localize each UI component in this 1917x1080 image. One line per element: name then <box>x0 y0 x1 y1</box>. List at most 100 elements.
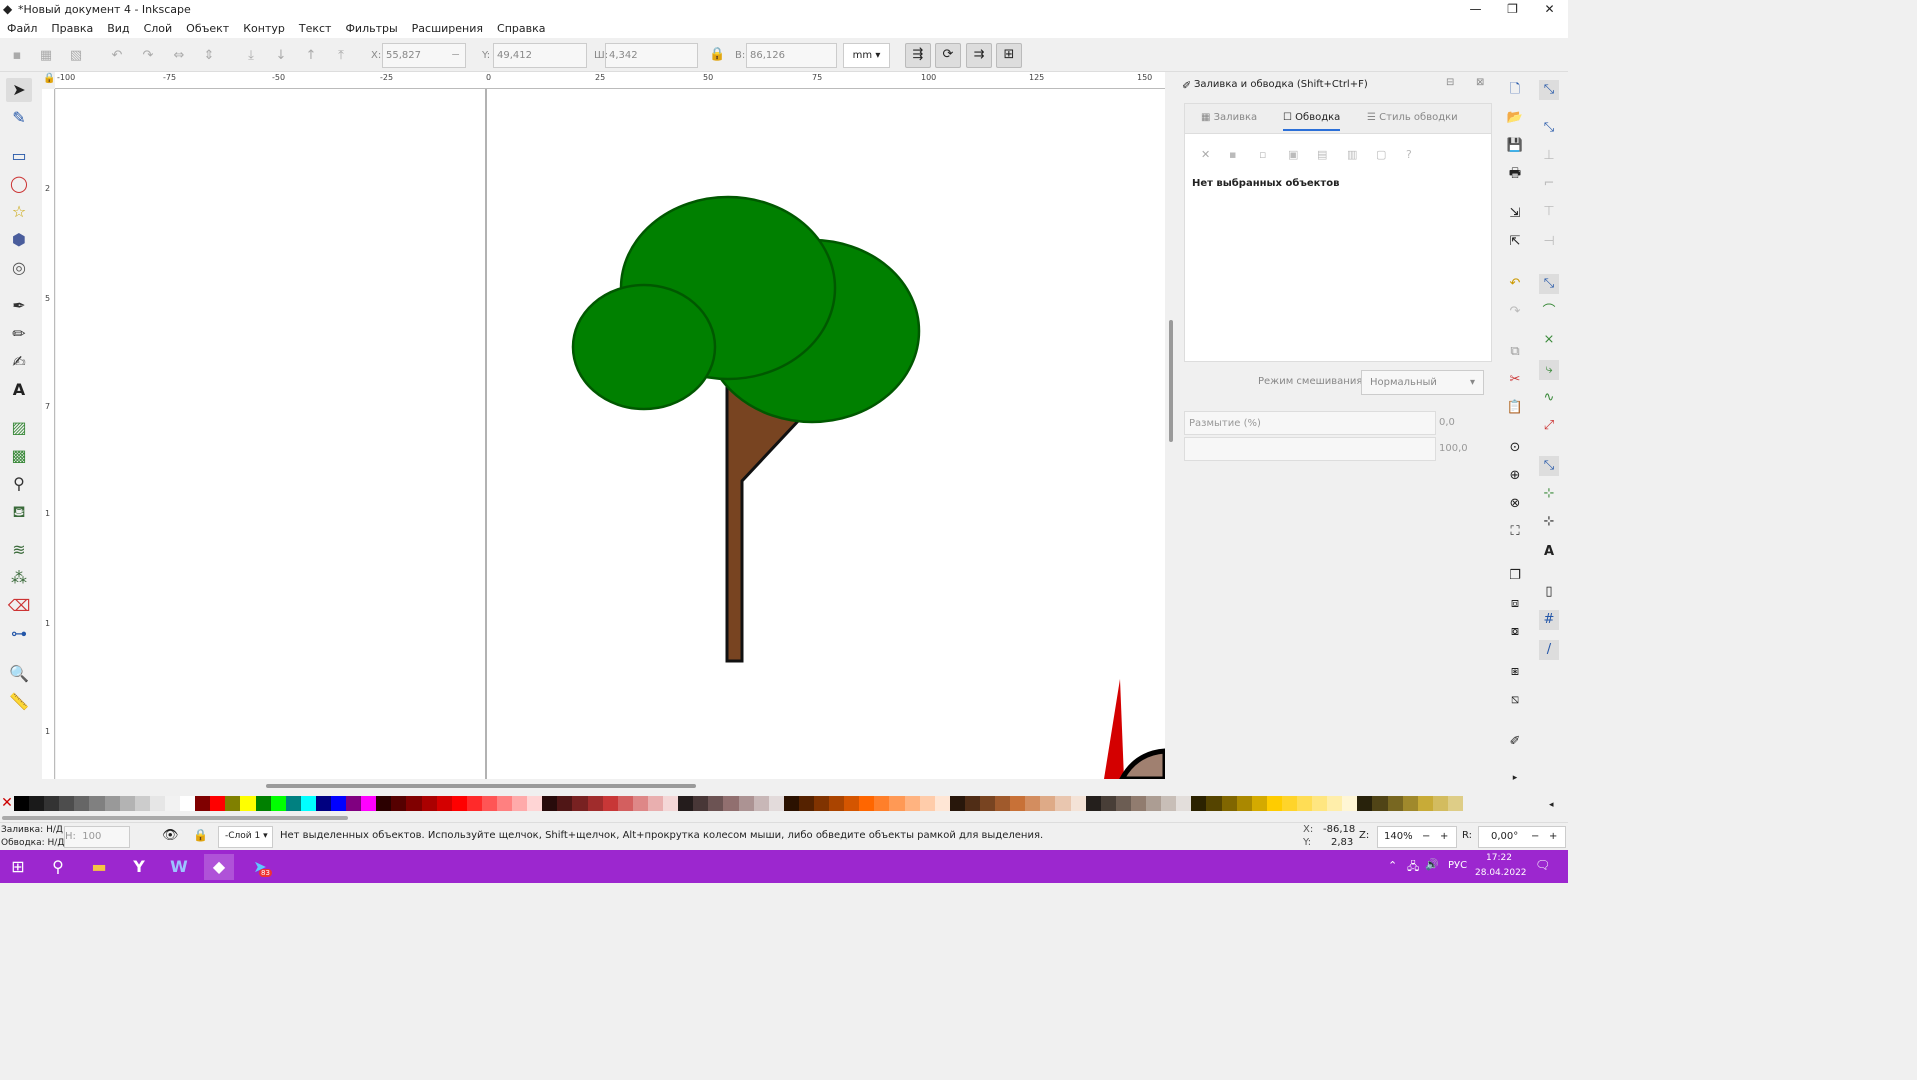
mesh-gradient-icon[interactable]: ▤ <box>1317 148 1327 161</box>
save-icon[interactable]: 💾 <box>1505 136 1525 156</box>
palette-swatch[interactable] <box>995 795 1011 811</box>
selector-tool-icon[interactable]: ➤ <box>6 78 32 102</box>
snap-intersection-icon[interactable]: ⨯ <box>1539 330 1559 350</box>
zoom-page-icon[interactable]: ⊗ <box>1505 494 1525 514</box>
snap-others-icon[interactable]: ⤡ <box>1539 456 1559 476</box>
palette-swatch[interactable] <box>934 795 950 811</box>
red-shape[interactable] <box>1104 679 1124 779</box>
palette-swatch[interactable] <box>1447 795 1463 811</box>
palette-swatch[interactable] <box>1327 795 1343 811</box>
palette-swatch[interactable] <box>255 795 271 811</box>
palette-swatch[interactable] <box>542 795 558 811</box>
palette-swatch[interactable] <box>1236 795 1252 811</box>
zoom-selection-icon[interactable]: ⊙ <box>1505 438 1525 458</box>
menu-extensions[interactable]: Расширения <box>405 22 490 35</box>
export-icon[interactable]: ⇱ <box>1505 232 1525 252</box>
palette-swatch[interactable] <box>783 795 799 811</box>
rectangle-tool-icon[interactable]: ▭ <box>6 144 32 168</box>
ruler-lock-icon[interactable]: 🔒 <box>43 73 55 84</box>
palette-swatch[interactable] <box>1296 795 1313 811</box>
palette-swatch[interactable] <box>1040 795 1056 811</box>
menu-text[interactable]: Текст <box>292 22 339 35</box>
star-tool-icon[interactable]: ☆ <box>6 200 32 224</box>
palette-swatch[interactable] <box>436 795 452 811</box>
open-icon[interactable]: 📂 <box>1505 108 1525 128</box>
height-field[interactable]: В: 86,126 <box>735 43 837 68</box>
snap-text-baseline-icon[interactable]: A <box>1539 542 1559 562</box>
spiral-tool-icon[interactable]: ◎ <box>6 256 32 280</box>
palette-swatch[interactable] <box>149 795 165 811</box>
select-all-icon[interactable]: ▪ <box>8 47 26 65</box>
word-icon[interactable]: W <box>164 854 194 880</box>
zoom-drawing-icon[interactable]: ⊕ <box>1505 466 1525 486</box>
snap-grid-icon[interactable]: # <box>1539 610 1559 630</box>
snap-cusp-icon[interactable]: ⤷ <box>1539 360 1559 380</box>
rotate-ccw-icon[interactable]: ↶ <box>108 47 126 65</box>
zoom-width-icon[interactable]: ⛶ <box>1505 522 1525 542</box>
calligraphy-tool-icon[interactable]: ✍ <box>6 350 32 374</box>
palette-swatch[interactable] <box>466 795 482 811</box>
snap-path-icon[interactable]: ⌒ <box>1539 302 1559 322</box>
palette-swatch[interactable] <box>1115 795 1131 811</box>
palette-swatch[interactable] <box>1251 795 1267 811</box>
snap-guide-icon[interactable]: / <box>1539 640 1559 660</box>
swatch-icon[interactable]: ▢ <box>1376 148 1386 161</box>
snap-bbox-mid-icon[interactable]: ⊤ <box>1539 202 1559 222</box>
palette-swatch[interactable] <box>859 795 875 811</box>
tab-fill[interactable]: ▦ Заливка <box>1201 112 1257 123</box>
paste-icon[interactable]: 📋 <box>1505 398 1525 418</box>
scale-corners-button[interactable]: ⟳ <box>935 43 961 68</box>
ungroup-icon[interactable]: ⧅ <box>1505 690 1525 710</box>
palette-swatch[interactable] <box>346 795 362 811</box>
snap-rotation-center-icon[interactable]: ⊹ <box>1539 512 1559 532</box>
tray-chevron-icon[interactable]: ⌃ <box>1388 859 1397 872</box>
language-indicator[interactable]: РУС <box>1448 860 1467 871</box>
tab-stroke-style[interactable]: ☰ Стиль обводки <box>1367 112 1458 123</box>
group-icon[interactable]: ⧆ <box>1505 662 1525 682</box>
select-all-layers-icon[interactable]: ▦ <box>37 47 55 65</box>
palette-swatch[interactable] <box>330 795 347 811</box>
palette-swatch[interactable] <box>708 795 724 811</box>
flat-color-icon[interactable]: ▪ <box>1229 148 1236 161</box>
palette-swatch[interactable] <box>74 795 90 811</box>
palette-swatch[interactable] <box>1146 795 1162 811</box>
deselect-icon[interactable]: ▧ <box>67 47 85 65</box>
menu-view[interactable]: Вид <box>100 22 136 35</box>
palette-swatch[interactable] <box>964 795 980 811</box>
snap-smooth-icon[interactable]: ∿ <box>1539 388 1559 408</box>
blur-value[interactable]: 0,0 <box>1439 417 1455 428</box>
raise-icon[interactable]: ↑ <box>302 47 320 65</box>
snap-bbox-corner-icon[interactable]: ⌐ <box>1539 174 1559 194</box>
snap-nodes-icon[interactable]: ⤡ <box>1539 274 1559 294</box>
file-explorer-icon[interactable]: ▬ <box>84 854 114 880</box>
start-icon[interactable]: ⊞ <box>3 854 33 880</box>
palette-swatch[interactable] <box>1266 795 1282 811</box>
palette-swatch[interactable] <box>723 795 739 811</box>
gradient-tool-icon[interactable]: ▨ <box>6 416 32 440</box>
vertical-scroll-thumb[interactable] <box>1169 320 1173 442</box>
layer-select[interactable]: -Слой 1 ▾ <box>218 826 273 848</box>
palette-swatch[interactable] <box>59 795 75 811</box>
clock-time[interactable]: 17:22 <box>1486 853 1512 863</box>
clone-icon[interactable]: ⧈ <box>1505 594 1525 614</box>
palette-swatch[interactable] <box>980 795 996 811</box>
snap-center-icon[interactable]: ⊹ <box>1539 484 1559 504</box>
zoom-tool-icon[interactable]: 🔍 <box>6 662 32 686</box>
palette-swatch[interactable] <box>557 795 573 811</box>
duplicate-icon[interactable]: ❐ <box>1505 566 1525 586</box>
palette-swatch[interactable] <box>285 795 301 811</box>
scale-stroke-button[interactable]: ⇶ <box>905 43 931 68</box>
tab-stroke[interactable]: ☐ Обводка <box>1283 112 1341 131</box>
palette-swatch[interactable] <box>1025 795 1041 811</box>
text-tool-icon[interactable]: A <box>6 378 32 402</box>
palette-swatch[interactable] <box>1070 795 1086 811</box>
palette-swatch[interactable] <box>315 795 331 811</box>
snap-page-icon[interactable]: ▯ <box>1539 582 1559 602</box>
menu-object[interactable]: Объект <box>179 22 236 35</box>
palette-swatch[interactable] <box>1312 795 1328 811</box>
palette-swatch[interactable] <box>1432 795 1448 811</box>
copy-icon[interactable]: ⧉ <box>1505 342 1525 362</box>
palette-swatch[interactable] <box>678 795 694 811</box>
palette-swatch[interactable] <box>210 795 226 811</box>
print-icon[interactable]: 🖶 <box>1505 164 1525 184</box>
